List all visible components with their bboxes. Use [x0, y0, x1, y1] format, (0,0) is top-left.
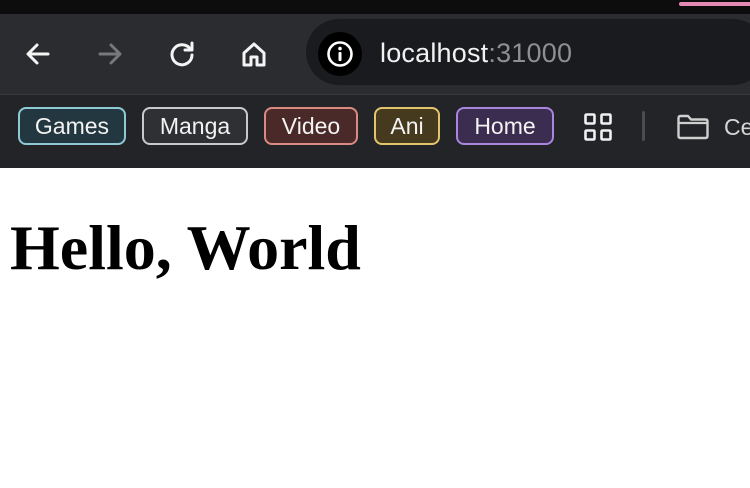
- bookmarks-divider: [642, 111, 645, 141]
- home-button[interactable]: [236, 36, 272, 72]
- url-port: :31000: [488, 38, 573, 68]
- page-heading: Hello, World: [10, 212, 361, 283]
- grid-icon: [584, 113, 612, 141]
- bookmark-label: Video: [281, 113, 341, 139]
- forward-button[interactable]: [92, 36, 128, 72]
- bookmark-label: Manga: [159, 113, 231, 139]
- tab-strip-edge: [0, 0, 750, 14]
- arrow-left-icon: [26, 43, 50, 65]
- page-content: Hello, World: [0, 168, 750, 488]
- bookmarks-bar: Games Manga Video Ani Home Ce: [0, 94, 750, 168]
- apps-button[interactable]: [580, 109, 616, 145]
- browser-toolbar: localhost:31000: [0, 14, 750, 94]
- bookmark-label: Home: [474, 113, 536, 139]
- address-bar[interactable]: localhost:31000: [306, 19, 750, 85]
- url-host: localhost: [380, 38, 489, 68]
- info-icon: [327, 41, 353, 67]
- site-info-button[interactable]: [318, 32, 362, 76]
- bookmark-video[interactable]: Video: [264, 107, 358, 145]
- home-icon: [242, 42, 266, 67]
- bookmark-ani[interactable]: Ani: [374, 107, 440, 145]
- bookmark-label: Ani: [390, 113, 424, 139]
- folder-label: Ce: [724, 113, 750, 140]
- active-tab-indicator[interactable]: [679, 2, 750, 6]
- reload-icon: [170, 41, 194, 67]
- bookmark-games[interactable]: Games: [18, 107, 126, 145]
- url-text[interactable]: localhost:31000: [380, 37, 572, 69]
- bookmark-label: Games: [34, 113, 110, 139]
- reload-button[interactable]: [164, 36, 200, 72]
- bookmark-home[interactable]: Home: [456, 107, 554, 145]
- bookmark-folder[interactable]: Ce: [676, 109, 750, 145]
- bookmark-manga[interactable]: Manga: [142, 107, 248, 145]
- back-button[interactable]: [20, 36, 56, 72]
- arrow-right-icon: [98, 43, 122, 65]
- folder-icon: [677, 114, 709, 140]
- browser-chrome: localhost:31000 Games Manga Video Ani Ho…: [0, 0, 750, 168]
